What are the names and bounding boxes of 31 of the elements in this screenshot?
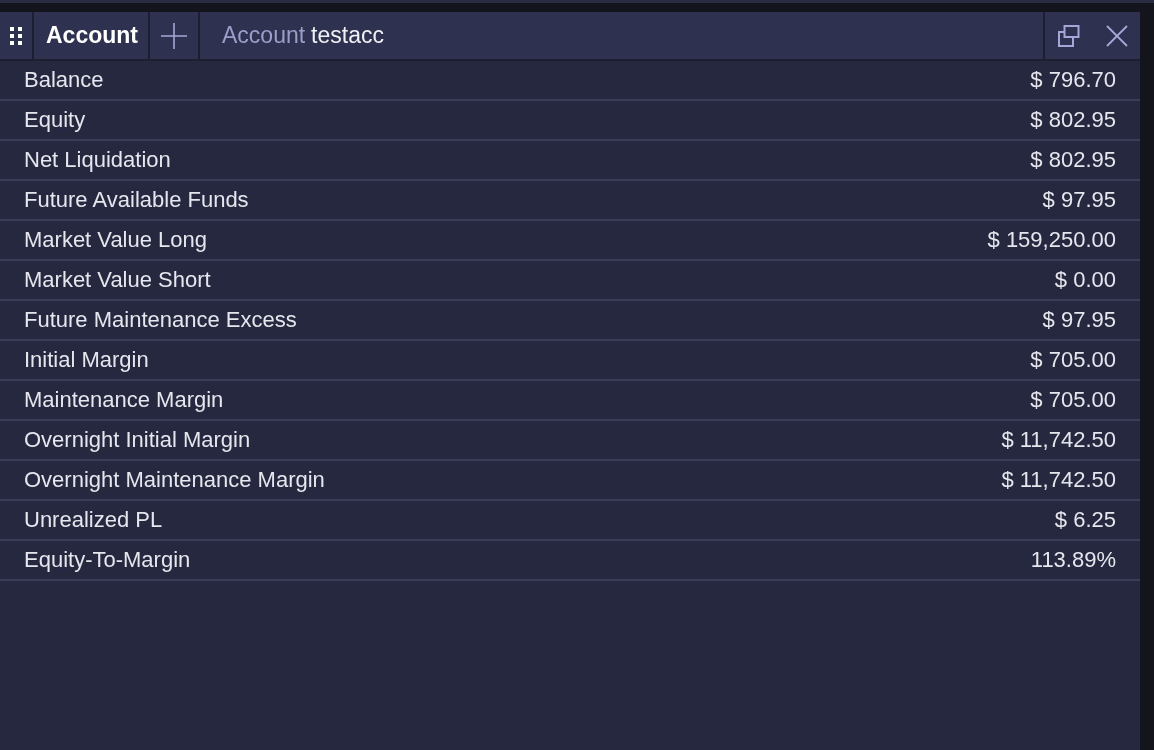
row-label: Net Liquidation — [24, 147, 171, 173]
close-icon — [1105, 24, 1128, 47]
panel-title-label: Account — [222, 22, 306, 49]
account-name: testacc — [311, 22, 384, 49]
row-value: $ 11,742.50 — [1001, 467, 1116, 493]
row-value: $ 159,250.00 — [987, 227, 1116, 253]
row-label: Overnight Initial Margin — [24, 427, 251, 453]
row-value: $ 802.95 — [1030, 147, 1116, 173]
row-value: $ 0.00 — [1054, 267, 1116, 293]
row-label: Initial Margin — [24, 347, 149, 373]
row-value: $ 6.25 — [1054, 507, 1116, 533]
row-value: $ 97.95 — [1042, 187, 1116, 213]
row-label: Unrealized PL — [24, 507, 163, 533]
row-label: Market Value Short — [24, 267, 211, 293]
row-label: Future Maintenance Excess — [24, 307, 297, 333]
row-label: Future Available Funds — [24, 187, 249, 213]
row-label: Maintenance Margin — [24, 387, 224, 413]
row-value: 113.89% — [1030, 547, 1116, 573]
row-value: $ 705.00 — [1030, 387, 1116, 413]
row-value: $ 11,742.50 — [1001, 427, 1116, 453]
row-value: $ 705.00 — [1030, 347, 1116, 373]
row-value: $ 796.70 — [1030, 67, 1116, 93]
restore-icon — [1057, 24, 1080, 47]
row-label: Equity-To-Margin — [24, 547, 191, 573]
row-label: Market Value Long — [24, 227, 208, 253]
row-label: Overnight Maintenance Margin — [24, 467, 325, 493]
row-value: $ 97.95 — [1042, 307, 1116, 333]
row-value: $ 802.95 — [1030, 107, 1116, 133]
plus-icon — [161, 22, 187, 49]
row-label: Equity — [24, 107, 86, 133]
row-label: Balance — [24, 67, 104, 93]
